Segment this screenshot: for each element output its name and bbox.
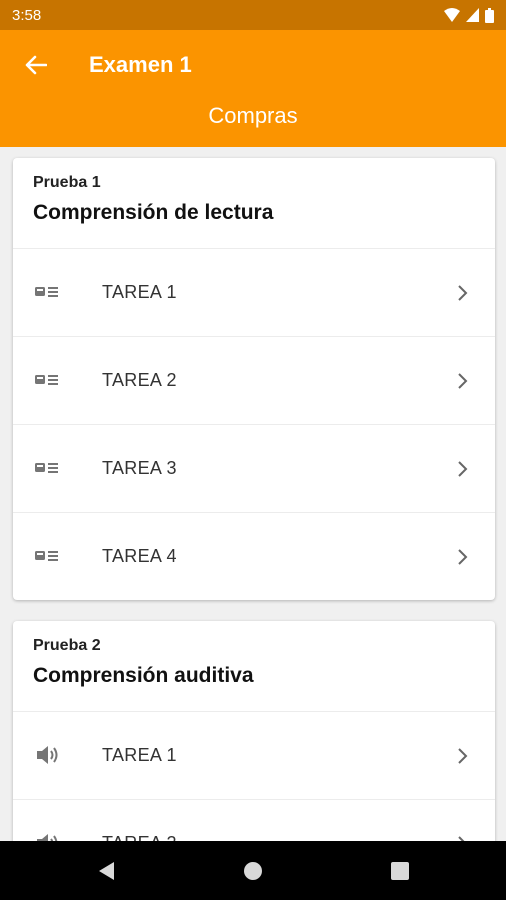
battery-icon [485, 7, 494, 23]
status-time: 3:58 [12, 6, 42, 24]
section-card-listening: Prueba 2 Comprensión auditiva TAREA 1 TA… [13, 621, 495, 841]
chevron-right-icon [458, 549, 468, 565]
section-header: Prueba 2 Comprensión auditiva [13, 621, 495, 711]
article-icon [35, 545, 61, 567]
content-area[interactable]: Prueba 1 Comprensión de lectura TAREA 1 … [0, 147, 506, 841]
section-title: Comprensión de lectura [33, 201, 274, 224]
chevron-right-icon [458, 461, 468, 477]
section-card-reading: Prueba 1 Comprensión de lectura TAREA 1 … [13, 158, 495, 600]
section-title: Comprensión auditiva [33, 664, 254, 687]
speaker-icon [35, 832, 61, 841]
list-item-label: TAREA 1 [102, 282, 177, 302]
chevron-right-icon [458, 748, 468, 764]
system-nav-bar [0, 841, 506, 900]
back-button[interactable] [16, 47, 56, 83]
speaker-icon [35, 744, 61, 766]
chevron-right-icon [458, 373, 468, 389]
wifi-icon [444, 8, 460, 22]
chevron-right-icon [458, 285, 468, 301]
section-kicker: Prueba 1 [33, 174, 101, 191]
list-item-label: TAREA 4 [102, 546, 177, 566]
article-icon [35, 457, 61, 479]
page-subtitle: Compras [208, 103, 298, 128]
section-kicker: Prueba 2 [33, 637, 101, 654]
arrow-back-icon [25, 55, 47, 75]
section-header: Prueba 1 Comprensión de lectura [13, 158, 495, 248]
nav-recents-icon[interactable] [389, 860, 411, 882]
cell-signal-icon [466, 8, 479, 22]
status-icons [444, 7, 494, 23]
list-item-label: TAREA 1 [102, 745, 177, 765]
list-item-tarea-4[interactable]: TAREA 4 [13, 512, 495, 600]
app-bar: Examen 1 Compras [0, 30, 506, 147]
list-item-tarea-1[interactable]: TAREA 1 [13, 248, 495, 336]
chevron-right-icon [458, 836, 465, 841]
list-item-tarea-2[interactable]: TAREA 2 [13, 336, 495, 424]
list-item-label: TAREA 2 [102, 833, 177, 841]
page-title: Examen 1 [89, 52, 192, 77]
nav-back-icon[interactable] [96, 860, 118, 882]
nav-home-icon[interactable] [242, 860, 264, 882]
list-item-label: TAREA 2 [102, 370, 177, 390]
article-icon [35, 281, 61, 303]
list-item-label: TAREA 3 [102, 458, 177, 478]
status-bar: 3:58 [0, 0, 506, 30]
article-icon [35, 369, 61, 391]
list-item-tarea-2[interactable]: TAREA 2 [13, 799, 495, 841]
list-item-tarea-1[interactable]: TAREA 1 [13, 711, 495, 799]
list-item-tarea-3[interactable]: TAREA 3 [13, 424, 495, 512]
